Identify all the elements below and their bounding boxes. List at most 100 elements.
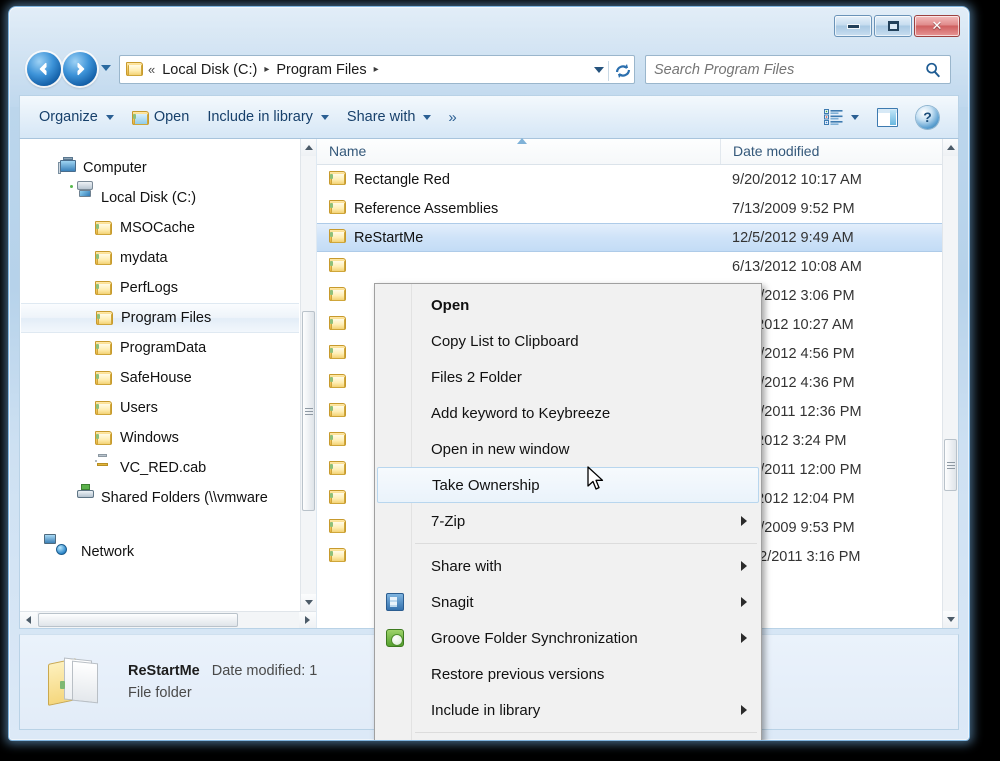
folder-icon [329, 257, 346, 276]
folder-icon [329, 199, 346, 218]
scroll-down-button[interactable] [301, 594, 316, 611]
context-menu-item-groove-folder-synchronization[interactable]: Groove Folder Synchronization [377, 620, 759, 656]
details-text: ReStartMe Date modified: 1 File folder [128, 663, 317, 701]
help-button[interactable]: ? [907, 102, 948, 133]
context-menu-item-7-zip[interactable]: 7-Zip [377, 503, 759, 539]
change-view-button[interactable] [815, 105, 868, 129]
breadcrumb-overflow-icon[interactable]: « [148, 62, 155, 77]
address-bar[interactable]: « Local Disk (C:) ▸ Program Files ▸ [119, 55, 635, 84]
sidebar-item-mydata[interactable]: mydata [20, 243, 300, 273]
table-row[interactable]: Reference Assemblies 7/13/2009 9:52 PM [317, 194, 942, 223]
organize-button[interactable]: Organize [30, 105, 123, 129]
search-box[interactable] [645, 55, 951, 84]
table-row-selected[interactable]: ReStartMe 12/5/2012 9:49 AM [317, 223, 942, 252]
context-menu-item-copy-list-to-clipboard[interactable]: Copy List to Clipboard [377, 323, 759, 359]
open-button[interactable]: Open [123, 105, 198, 129]
include-in-library-button[interactable]: Include in library [198, 105, 338, 129]
column-header-date-modified[interactable]: Date modified [720, 139, 942, 164]
table-row[interactable]: Rectangle Red 9/20/2012 10:17 AM [317, 165, 942, 194]
sidebar-item-label: VC_RED.cab [120, 460, 207, 476]
sidebar-item-label: ProgramData [120, 340, 207, 356]
sidebar-item-program-files[interactable]: Program Files [21, 303, 299, 333]
breadcrumb-separator-icon-2[interactable]: ▸ [374, 64, 379, 75]
include-in-library-label: Include in library [207, 109, 313, 125]
sidebar-item-windows[interactable]: Windows [20, 423, 300, 453]
computer-icon [58, 156, 76, 177]
open-label: Open [153, 109, 190, 125]
search-icon[interactable] [924, 61, 942, 79]
back-arrow-icon [39, 62, 47, 76]
context-menu-item-open-in-new-window[interactable]: Open in new window [377, 431, 759, 467]
column-header-date-label: Date modified [733, 143, 820, 159]
file-list-scrollbar[interactable] [942, 139, 958, 628]
sidebar-item-local-disk[interactable]: Local Disk (C:) [20, 180, 300, 213]
submenu-arrow-icon [741, 561, 747, 571]
back-button[interactable] [27, 52, 61, 86]
context-menu-item-take-ownership[interactable]: Take Ownership [377, 467, 759, 503]
preview-pane-button[interactable] [868, 104, 907, 131]
minimize-icon [847, 24, 859, 28]
sidebar-item-vc-red-cab[interactable]: VC_RED.cab [20, 453, 300, 483]
minimize-button[interactable] [834, 15, 872, 37]
chevron-down-icon [423, 114, 432, 120]
context-menu-item-add-keyword-to-keybreeze[interactable]: Add keyword to Keybreeze [377, 395, 759, 431]
chevron-right-icon [305, 616, 310, 624]
context-menu-item-snagit[interactable]: Snagit [377, 584, 759, 620]
close-button[interactable]: ✕ [914, 15, 960, 37]
sidebar-item-programdata[interactable]: ProgramData [20, 333, 300, 363]
scroll-right-button[interactable] [299, 612, 316, 628]
scrollbar-thumb[interactable] [944, 439, 957, 491]
breadcrumb-item-local-disk[interactable]: Local Disk (C:) [159, 61, 260, 79]
context-menu-item-label: Take Ownership [432, 476, 540, 494]
scroll-down-button[interactable] [943, 611, 958, 628]
scroll-left-button[interactable] [20, 612, 37, 628]
breadcrumb-separator-icon[interactable]: ▸ [264, 64, 269, 75]
submenu-arrow-icon [741, 516, 747, 526]
sidebar-item-msocache[interactable]: MSOCache [20, 213, 300, 243]
share-with-button[interactable]: Share with [338, 105, 441, 129]
scrollbar-thumb[interactable] [302, 311, 315, 511]
sidebar-item-computer[interactable]: Computer [20, 153, 300, 183]
grip-icon [304, 406, 313, 417]
folder-icon [96, 310, 114, 327]
folder-icon [329, 518, 346, 537]
chevron-down-icon [851, 114, 859, 120]
context-menu-item-open[interactable]: Open [377, 287, 759, 323]
file-name-label: ReStartMe [354, 229, 424, 246]
breadcrumb-item-program-files[interactable]: Program Files [273, 61, 369, 79]
sidebar-item-shared-folders[interactable]: Shared Folders (\\vmware [20, 483, 300, 513]
chevron-left-icon [26, 616, 31, 624]
maximize-button[interactable] [874, 15, 912, 37]
context-menu-item-label: Open in new window [431, 440, 570, 458]
context-menu: Open Copy List to Clipboard Files 2 Fold… [374, 283, 762, 740]
context-menu-item-cut[interactable]: Cut [377, 737, 759, 740]
history-dropdown-button[interactable] [101, 65, 111, 71]
forward-button[interactable] [63, 52, 97, 86]
scroll-up-button[interactable] [301, 139, 316, 156]
context-menu-item-share-with[interactable]: Share with [377, 548, 759, 584]
context-menu-item-include-in-library[interactable]: Include in library [377, 692, 759, 728]
column-header-name[interactable]: Name [317, 138, 720, 164]
context-menu-item-restore-previous-versions[interactable]: Restore previous versions [377, 656, 759, 692]
submenu-arrow-icon [741, 597, 747, 607]
details-file-name: ReStartMe [128, 663, 200, 679]
sidebar-item-network[interactable]: Network [20, 533, 300, 567]
search-input[interactable] [654, 61, 924, 78]
context-menu-item-files-2-folder[interactable]: Files 2 Folder [377, 359, 759, 395]
chevron-down-icon [105, 114, 114, 120]
scroll-up-button[interactable] [943, 139, 958, 156]
hard-disk-icon [70, 180, 94, 207]
sidebar-item-label: Computer [83, 160, 147, 176]
navigation-pane-scrollbar[interactable] [300, 139, 316, 611]
sidebar-item-perflogs[interactable]: PerfLogs [20, 273, 300, 303]
sidebar-item-safehouse[interactable]: SafeHouse [20, 363, 300, 393]
refresh-button[interactable] [608, 61, 631, 81]
groove-icon [386, 629, 404, 647]
table-row[interactable]: 6/13/2012 10:08 AM [317, 252, 942, 281]
sidebar-item-users[interactable]: Users [20, 393, 300, 423]
file-name-label: Reference Assemblies [354, 200, 499, 217]
hscrollbar-thumb[interactable] [38, 613, 238, 627]
navigation-pane-hscrollbar[interactable] [20, 611, 316, 628]
command-overflow-button[interactable]: » [440, 105, 464, 130]
address-dropdown-icon[interactable] [594, 67, 604, 73]
